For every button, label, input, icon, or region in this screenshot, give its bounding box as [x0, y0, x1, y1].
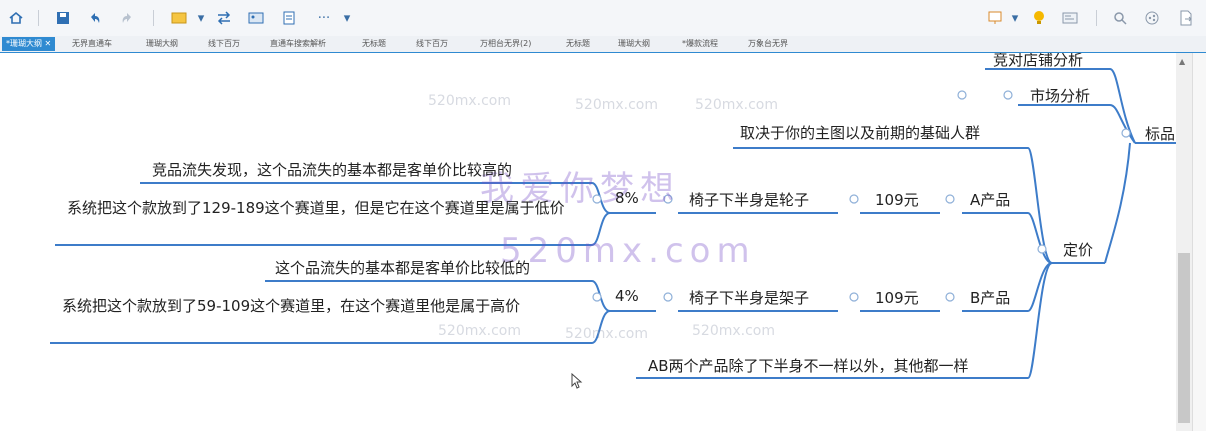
node-system-a[interactable]: 系统把这个款放到了129-189这个赛道里，但是它在这个赛道里是属于低价: [67, 197, 577, 219]
node-system-b[interactable]: 系统把这个款放到了59-109这个赛道里，在这个赛道里他是属于高价: [62, 295, 588, 317]
relationship-icon[interactable]: [214, 8, 234, 28]
vertical-scrollbar[interactable]: ▲: [1176, 53, 1192, 431]
tab-document[interactable]: *珊瑚大纲 ✕: [2, 37, 56, 51]
node-ab-difference[interactable]: AB两个产品除了下半身不一样以外，其他都一样: [648, 355, 969, 376]
watermark: 520mx.com: [438, 323, 521, 339]
tab-document[interactable]: 珊瑚大纲: [618, 37, 650, 51]
node-percent-b[interactable]: 4%: [615, 287, 639, 305]
undo-icon[interactable]: [86, 8, 104, 28]
tab-document[interactable]: 无界直通车: [72, 37, 112, 51]
node-loss-b[interactable]: 这个品流失的基本都是客单价比较低的: [275, 257, 530, 278]
tab-document[interactable]: 线下百万: [416, 37, 448, 51]
node-depends-on[interactable]: 取决于你的主图以及前期的基础人群: [740, 122, 980, 143]
watermark: 520mx.com: [695, 97, 778, 113]
presentation-icon[interactable]: [986, 8, 1004, 28]
document-tab-bar: *珊瑚大纲 ✕ 无界直通车 珊瑚大纲 线下百万 直通车搜索解析 无标题 线下百万…: [0, 36, 1206, 53]
node-price-a[interactable]: 109元: [875, 189, 919, 210]
watermark: 520mx.com: [565, 326, 648, 342]
scrollbar-thumb[interactable]: [1178, 253, 1190, 423]
node-root[interactable]: 标品: [1145, 123, 1175, 144]
node-market-analysis[interactable]: 市场分析: [1030, 85, 1090, 106]
node-competitor-analysis[interactable]: 竞对店铺分析: [993, 53, 1083, 70]
chevron-down-icon[interactable]: ▾: [196, 8, 206, 28]
tab-document[interactable]: 万相台无界(2): [480, 37, 531, 51]
chevron-down-icon[interactable]: ▾: [342, 8, 352, 28]
note-icon[interactable]: [280, 8, 298, 28]
image-icon[interactable]: [246, 8, 266, 28]
node-pricing[interactable]: 定价: [1063, 239, 1093, 260]
share-icon[interactable]: [1142, 8, 1162, 28]
watermark: 520mx.com: [692, 323, 775, 339]
node-product-b[interactable]: B产品: [970, 287, 1010, 308]
chevron-down-icon[interactable]: ▾: [1010, 8, 1020, 28]
side-panel-strip: [1192, 53, 1206, 431]
tab-document[interactable]: 线下百万: [208, 37, 240, 51]
tab-document[interactable]: 珊瑚大纲: [146, 37, 178, 51]
outline-icon[interactable]: [1060, 8, 1080, 28]
redo-icon[interactable]: [118, 8, 136, 28]
node-chair-a[interactable]: 椅子下半身是轮子: [689, 189, 809, 210]
node-loss-a[interactable]: 竞品流失发现，这个品流失的基本都是客单价比较高的: [152, 159, 512, 180]
watermark: 520mx.com: [575, 97, 658, 113]
tab-document[interactable]: 无标题: [566, 37, 590, 51]
tab-document[interactable]: *爆款流程: [682, 37, 718, 51]
tab-document[interactable]: 无标题: [362, 37, 386, 51]
node-percent-a[interactable]: 8%: [615, 189, 639, 207]
more-icon[interactable]: ···: [312, 8, 336, 28]
toolbar: ▾ ··· ▾ ▾: [0, 0, 1206, 37]
watermark: 520mx.com: [428, 93, 511, 109]
idea-icon[interactable]: [1030, 8, 1048, 28]
mindmap-canvas[interactable]: 520mx.com 520mx.com 520mx.com 520mx.com …: [0, 53, 1176, 431]
tab-document[interactable]: 万象台无界: [748, 37, 788, 51]
home-icon[interactable]: [6, 8, 26, 28]
search-icon[interactable]: [1110, 8, 1130, 28]
scroll-up-icon[interactable]: ▲: [1179, 57, 1185, 66]
mouse-cursor-icon: [571, 373, 583, 389]
export-icon[interactable]: [1176, 8, 1196, 28]
watermark-large: 520mx.com: [500, 231, 756, 271]
tab-document[interactable]: 直通车搜索解析: [270, 37, 326, 51]
style-icon[interactable]: [170, 8, 188, 28]
node-product-a[interactable]: A产品: [970, 189, 1010, 210]
save-icon[interactable]: [54, 8, 72, 28]
node-price-b[interactable]: 109元: [875, 287, 919, 308]
node-chair-b[interactable]: 椅子下半身是架子: [689, 287, 809, 308]
